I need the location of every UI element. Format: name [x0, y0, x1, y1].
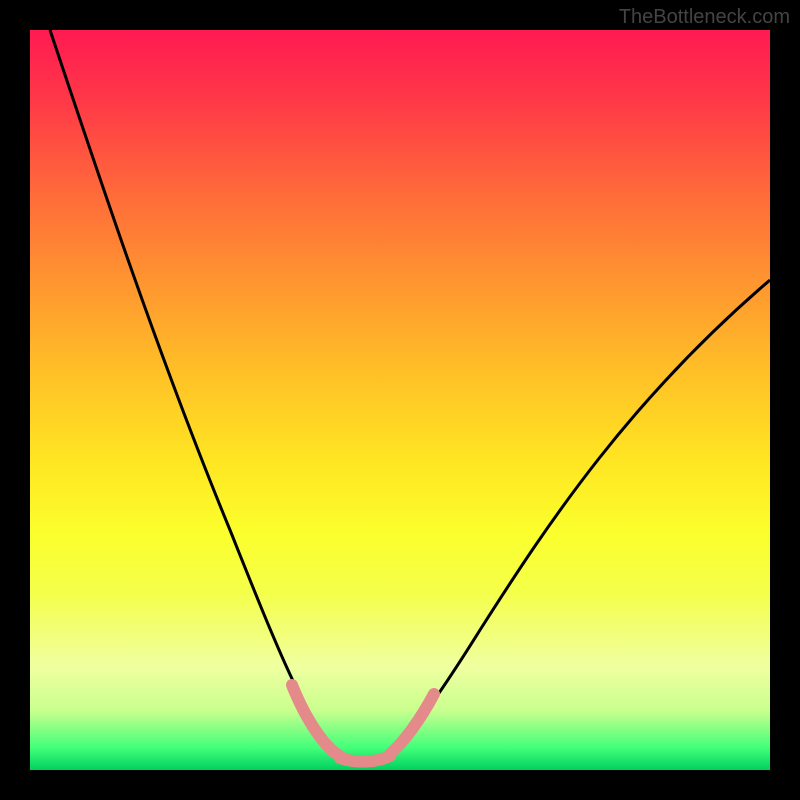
bottleneck-curve [50, 30, 770, 760]
curve-svg [30, 30, 770, 770]
optimal-zone-left [292, 685, 340, 756]
optimal-zone-right [390, 694, 434, 754]
optimal-zone-bottom [340, 756, 390, 762]
chart-container: TheBottleneck.com [0, 0, 800, 800]
watermark-text: TheBottleneck.com [619, 6, 790, 29]
plot-area [30, 30, 770, 770]
